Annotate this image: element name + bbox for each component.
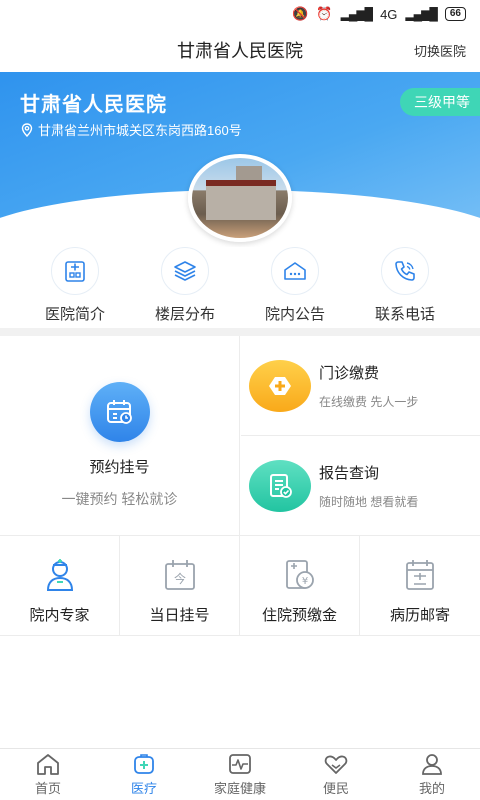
status-bar: 🔕 ⏰ ▂▄▆█ 4G ▂▄▆█ 66 [0, 0, 480, 28]
hospital-level-badge: 三级甲等 [400, 88, 480, 116]
hospital-name: 甘肃省人民医院 [20, 94, 167, 116]
tab-profile[interactable]: 我的 [384, 749, 480, 800]
svg-text:今: 今 [173, 571, 185, 586]
tab-medical[interactable]: 医疗 [96, 749, 192, 800]
payment-title: 门诊缴费 [319, 364, 380, 382]
floor-layers-icon [174, 261, 196, 281]
tab-convenience-label: 便民 [322, 781, 349, 796]
payment-plus-icon [249, 359, 311, 412]
quick-label-hospital-intro: 医院简介 [44, 306, 105, 323]
bottom-tab-bar: 首页 医疗 家庭健康 便民 我的 [0, 748, 480, 800]
signal-icon: ▂▄▆█ [340, 7, 373, 21]
quick-item-floor-layers[interactable]: 楼层分布 [130, 247, 240, 327]
service-doctors[interactable]: 院内专家 [0, 536, 120, 636]
calendar-appointment-icon [89, 382, 150, 442]
quick-menu: 医院简介 楼层分布 院内公告 联系电话 [0, 247, 480, 327]
tab-medical-label: 医疗 [130, 781, 157, 796]
medical-icon [134, 754, 154, 774]
service-doctors-label: 院内专家 [29, 607, 90, 624]
service-record-mail[interactable]: 病历邮寄 [360, 536, 480, 636]
svg-text:¥: ¥ [301, 576, 307, 587]
heart-service-icon [324, 755, 348, 774]
quick-label-notice: 院内公告 [264, 306, 325, 323]
tab-family-health-label: 家庭健康 [213, 781, 266, 796]
appointment-title: 预约挂号 [89, 459, 150, 476]
doctor-icon [46, 559, 73, 591]
section-divider [0, 328, 480, 336]
appointment-card[interactable]: 预约挂号 一键预约 轻松就诊 [0, 336, 240, 536]
record-mail-icon [406, 560, 434, 590]
battery-indicator: 66 [444, 7, 466, 21]
network-label: 4G [380, 6, 398, 22]
hospital-intro-icon [65, 261, 85, 282]
quick-item-hospital-intro[interactable]: 医院简介 [20, 247, 130, 327]
address-text: 甘肃省兰州市城关区东岗西路160号 [38, 123, 242, 138]
tab-home[interactable]: 首页 [0, 749, 96, 800]
small-service-grid: 院内专家 今 当日挂号 ¥ 住院预缴金 病历邮寄 [0, 536, 480, 636]
hospital-address: 甘肃省兰州市城关区东岗西路160号 [20, 120, 242, 139]
outpatient-payment-card[interactable]: 门诊缴费 在线缴费 先人一步 [241, 336, 480, 436]
report-query-card[interactable]: 报告查询 随时随地 想看就看 [241, 436, 480, 535]
switch-hospital-button[interactable]: 切换医院 [414, 41, 466, 60]
profile-icon [422, 754, 442, 775]
deposit-icon: ¥ [285, 560, 314, 589]
page-title: 甘肃省人民医院 [177, 41, 303, 61]
calendar-today-icon: 今 [164, 560, 195, 590]
mute-icon: 🔕 [292, 6, 309, 21]
family-health-icon [229, 754, 251, 774]
tab-convenience[interactable]: 便民 [288, 749, 384, 800]
service-record-mail-label: 病历邮寄 [389, 607, 450, 624]
report-document-icon [249, 459, 311, 512]
tab-family-health[interactable]: 家庭健康 [192, 749, 288, 800]
tab-profile-label: 我的 [418, 781, 445, 796]
service-grid: 预约挂号 一键预约 轻松就诊 门诊缴费 在线缴费 先人一步 报告查询 随时随地 … [0, 336, 480, 536]
phone-icon [395, 261, 415, 281]
appointment-subtitle: 一键预约 轻松就诊 [61, 491, 178, 507]
quick-label-phone: 联系电话 [374, 306, 435, 323]
location-pin-icon [21, 122, 33, 137]
hospital-photo [188, 154, 292, 242]
quick-item-notice[interactable]: 院内公告 [240, 247, 350, 327]
payment-subtitle: 在线缴费 先人一步 [319, 394, 419, 409]
quick-item-phone[interactable]: 联系电话 [350, 247, 460, 327]
service-same-day-label: 当日挂号 [149, 607, 210, 624]
service-deposit-label: 住院预缴金 [261, 607, 337, 624]
nav-bar: 甘肃省人民医院 切换医院 [0, 28, 480, 72]
home-icon [37, 754, 59, 775]
service-deposit[interactable]: ¥ 住院预缴金 [240, 536, 360, 636]
report-subtitle: 随时随地 想看就看 [319, 494, 419, 509]
hospital-banner: 甘肃省人民医院 甘肃省兰州市城关区东岗西路160号 三级甲等 [0, 72, 480, 247]
quick-label-floor-layers: 楼层分布 [154, 306, 215, 323]
alarm-icon: ⏰ [316, 6, 333, 21]
report-title: 报告查询 [319, 464, 380, 482]
service-same-day[interactable]: 今 当日挂号 [120, 536, 240, 636]
signal-icon-2: ▂▄▆█ [405, 7, 437, 21]
notice-icon [284, 262, 306, 280]
tab-home-label: 首页 [34, 781, 61, 796]
